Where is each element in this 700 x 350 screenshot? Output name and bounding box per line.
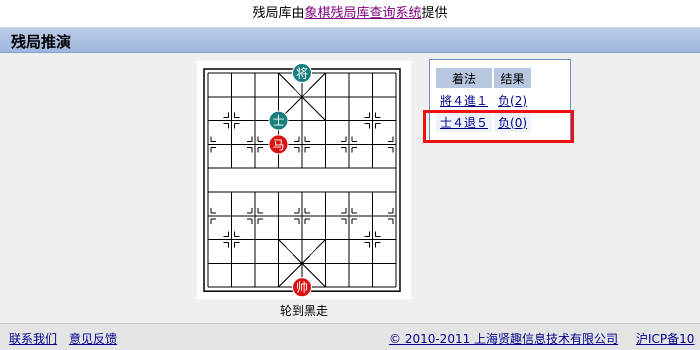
- move-column-header: 着法: [436, 68, 493, 88]
- result-column-header: 结果: [494, 68, 532, 88]
- icp-link[interactable]: 沪ICP备10: [636, 330, 694, 347]
- svg-text:帅: 帅: [296, 281, 308, 295]
- black-piece-将[interactable]: 将: [292, 63, 312, 83]
- move-cell: 將４進１: [436, 90, 493, 110]
- svg-text:将: 将: [296, 67, 308, 81]
- move-row: 將４進１ 负(2): [436, 90, 532, 110]
- copyright-link[interactable]: © 2010-2011 上海贤趣信息技术有限公司: [389, 330, 618, 347]
- header-suffix: 提供: [421, 6, 448, 21]
- chess-board: 将士马帅: [197, 61, 411, 299]
- page-title: 残局推演: [11, 33, 72, 51]
- feedback-link[interactable]: 意见反馈: [69, 330, 117, 347]
- turn-indicator: 轮到黑走: [279, 304, 328, 318]
- highlight-box: [423, 110, 574, 143]
- title-bar: 残局推演: [0, 27, 700, 53]
- board-grid: 将士马帅: [203, 63, 401, 298]
- result-link[interactable]: 负(2): [498, 94, 527, 108]
- header-line: 残局库由象棋残局库查询系统提供: [0, 0, 700, 27]
- svg-text:士: 士: [272, 114, 284, 128]
- red-piece-马[interactable]: 马: [268, 134, 289, 155]
- footer: 联系我们 意见反馈 © 2010-2011 上海贤趣信息技术有限公司 沪ICP备…: [0, 323, 700, 350]
- endgame-system-link[interactable]: 象棋残局库查询系统: [304, 6, 421, 21]
- contact-link[interactable]: 联系我们: [9, 330, 57, 347]
- move-link[interactable]: 將４進１: [440, 94, 488, 108]
- result-cell: 负(2): [494, 90, 532, 110]
- moves-header-row: 着法 结果: [436, 68, 532, 88]
- header-prefix: 残局库由: [252, 6, 305, 21]
- black-piece-士[interactable]: 士: [268, 110, 289, 131]
- red-piece-帅[interactable]: 帅: [292, 277, 312, 298]
- svg-text:马: 马: [272, 138, 284, 152]
- main-area: 将士马帅 轮到黑走 着法 结果 將４進１ 负(2) 士４退５ 负(0): [0, 53, 700, 323]
